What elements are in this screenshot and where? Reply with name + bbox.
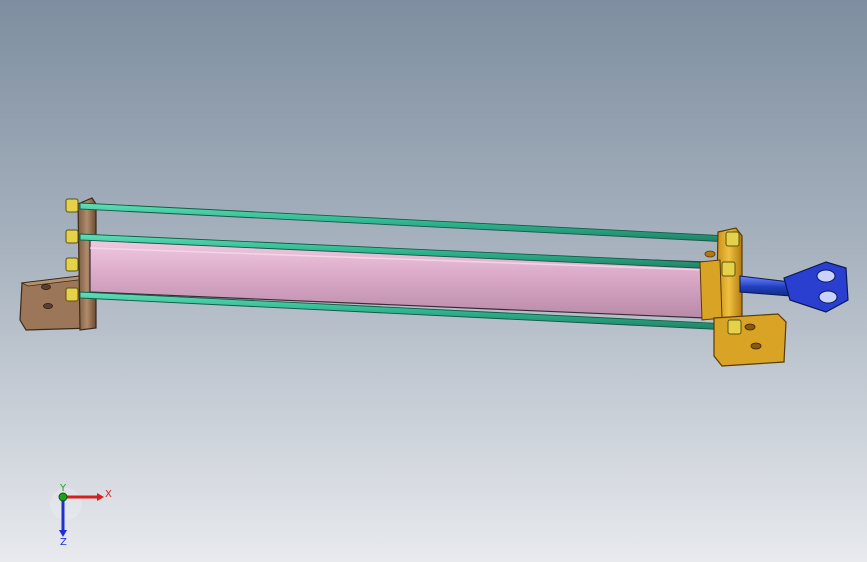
nut-right-3 — [727, 319, 742, 335]
right-mounting-bracket[interactable] — [713, 313, 787, 367]
nut-left-4 — [65, 287, 79, 302]
cad-viewport[interactable]: X Y Z — [0, 0, 867, 562]
z-axis-label: Z — [60, 537, 67, 548]
nut-left-3 — [65, 257, 79, 272]
tie-rod-top[interactable] — [79, 202, 731, 243]
piston-rod[interactable] — [739, 275, 791, 297]
y-axis-label: Y — [59, 483, 67, 494]
left-mounting-bracket[interactable] — [19, 197, 97, 331]
nut-left-2 — [65, 229, 79, 244]
axis-triad: X Y Z — [50, 483, 112, 548]
nut-right-1 — [725, 231, 740, 247]
nut-right-2 — [721, 261, 736, 277]
rod-clevis[interactable] — [783, 261, 849, 313]
x-axis-label: X — [105, 489, 112, 500]
nut-left-1 — [65, 198, 79, 213]
